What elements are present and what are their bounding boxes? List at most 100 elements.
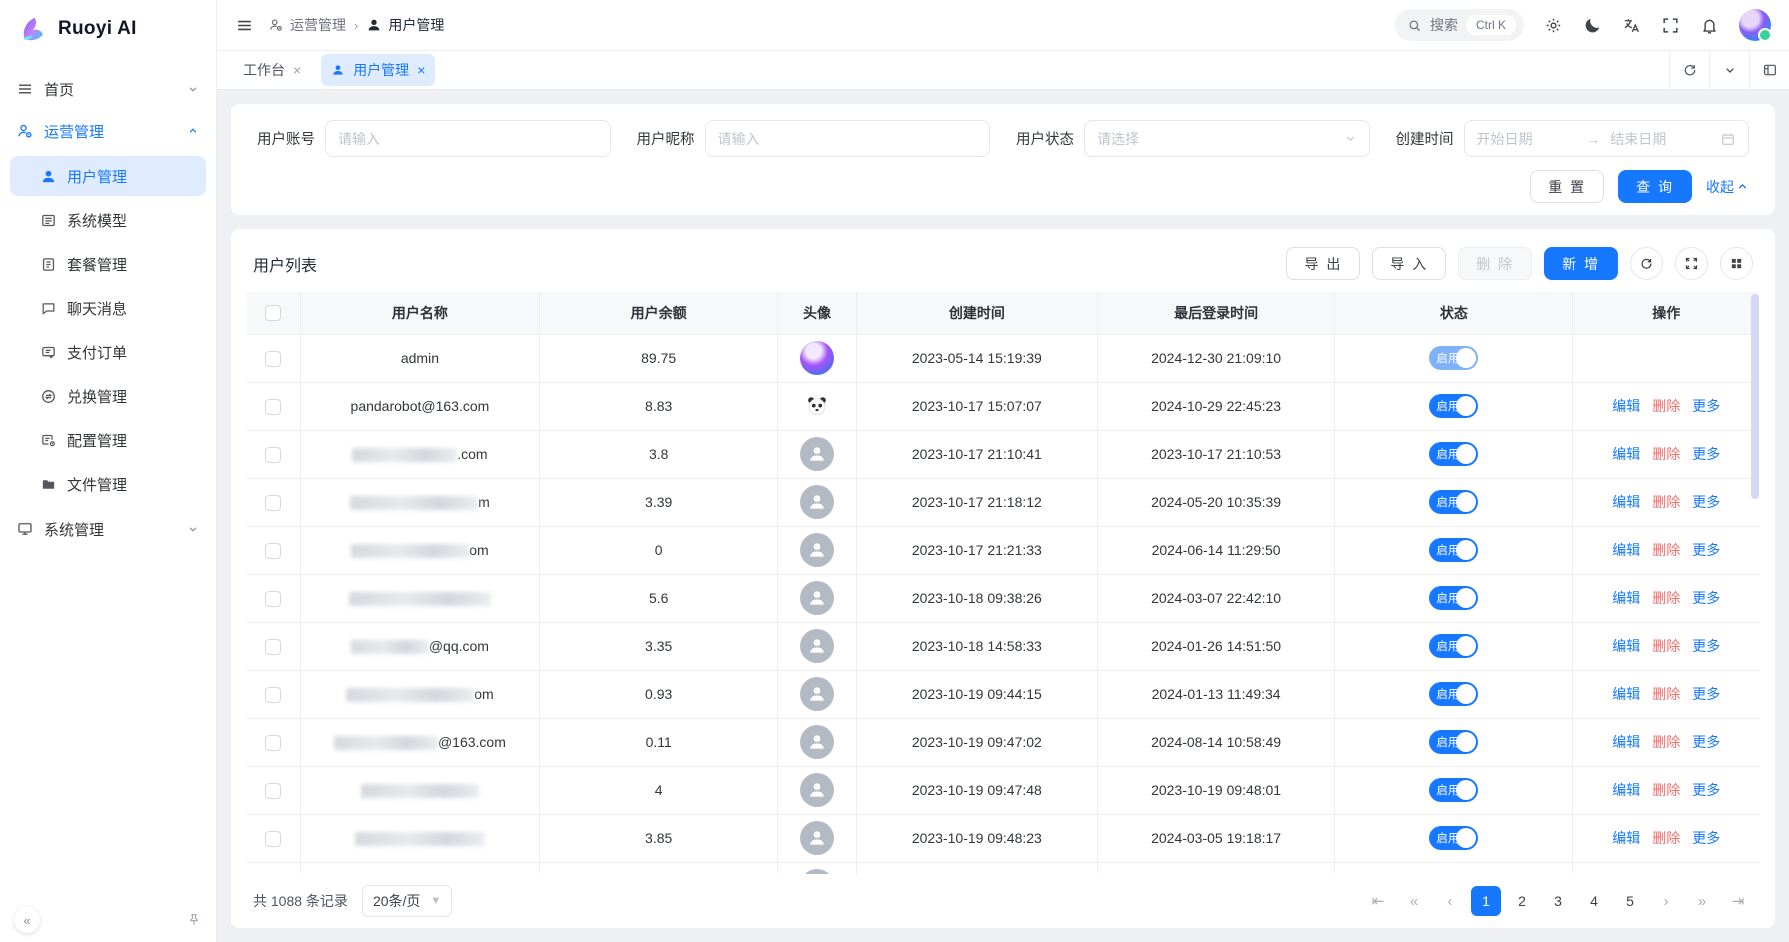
- status-toggle[interactable]: 启用: [1429, 394, 1478, 418]
- account-input[interactable]: 请输入: [325, 120, 611, 157]
- row-checkbox[interactable]: [265, 399, 281, 415]
- tabs-layout-icon[interactable]: [1749, 51, 1789, 89]
- status-toggle[interactable]: 启用: [1429, 826, 1478, 850]
- edit-link[interactable]: 编辑: [1612, 684, 1640, 704]
- logo[interactable]: Ruoyi AI: [0, 0, 216, 54]
- pin-icon[interactable]: [186, 912, 202, 928]
- tab-workbench[interactable]: 工作台 ×: [233, 54, 311, 86]
- language-translate-icon[interactable]: [1622, 16, 1641, 35]
- delete-link[interactable]: 删除: [1652, 828, 1680, 848]
- status-toggle[interactable]: 启用: [1429, 682, 1478, 706]
- edit-link[interactable]: 编辑: [1612, 540, 1640, 560]
- status-toggle[interactable]: 启用: [1429, 346, 1478, 370]
- prev-page-button[interactable]: ‹: [1435, 886, 1465, 916]
- sidebar-item-doc[interactable]: 套餐管理: [10, 244, 206, 284]
- fast-prev-button[interactable]: «: [1399, 886, 1429, 916]
- row-checkbox[interactable]: [265, 735, 281, 751]
- last-page-button[interactable]: ⇥: [1723, 886, 1753, 916]
- row-checkbox[interactable]: [265, 831, 281, 847]
- more-link[interactable]: 更多: [1692, 396, 1720, 416]
- first-page-button[interactable]: ⇤: [1363, 886, 1393, 916]
- more-link[interactable]: 更多: [1692, 828, 1720, 848]
- tab-close-icon[interactable]: ×: [417, 62, 425, 78]
- delete-link[interactable]: 删除: [1652, 396, 1680, 416]
- fullscreen-icon[interactable]: [1661, 16, 1680, 35]
- nickname-input[interactable]: 请输入: [705, 120, 991, 157]
- row-checkbox[interactable]: [265, 639, 281, 655]
- sidebar-item-chat[interactable]: 聊天消息: [10, 288, 206, 328]
- more-link[interactable]: 更多: [1692, 684, 1720, 704]
- edit-link[interactable]: 编辑: [1612, 636, 1640, 656]
- page-button-3[interactable]: 3: [1543, 886, 1573, 916]
- delete-link[interactable]: 删除: [1652, 540, 1680, 560]
- reset-button[interactable]: 重 置: [1530, 170, 1604, 203]
- delete-link[interactable]: 删除: [1652, 732, 1680, 752]
- status-toggle[interactable]: 启用: [1429, 538, 1478, 562]
- import-button[interactable]: 导 入: [1372, 247, 1446, 280]
- more-link[interactable]: 更多: [1692, 588, 1720, 608]
- tab-user-management[interactable]: 用户管理 ×: [321, 54, 435, 86]
- delete-button[interactable]: 删 除: [1458, 247, 1532, 280]
- page-button-5[interactable]: 5: [1615, 886, 1645, 916]
- sidebar-item-user[interactable]: 用户管理: [10, 156, 206, 196]
- sidebar-item-exchange[interactable]: 兑换管理: [10, 376, 206, 416]
- row-checkbox[interactable]: [265, 351, 281, 367]
- status-toggle[interactable]: 启用: [1429, 442, 1478, 466]
- edit-link[interactable]: 编辑: [1612, 780, 1640, 800]
- sidebar-collapse-button[interactable]: «: [14, 907, 40, 933]
- refresh-icon[interactable]: [1630, 247, 1663, 280]
- sidebar-item-list[interactable]: 系统模型: [10, 200, 206, 240]
- row-checkbox[interactable]: [265, 495, 281, 511]
- page-size-select[interactable]: 20条/页 ▼: [362, 885, 452, 917]
- delete-link[interactable]: 删除: [1652, 636, 1680, 656]
- table-scrollbar[interactable]: [1751, 294, 1759, 499]
- export-button[interactable]: 导 出: [1286, 247, 1360, 280]
- user-avatar[interactable]: [1739, 9, 1771, 41]
- edit-link[interactable]: 编辑: [1612, 828, 1640, 848]
- sidebar-toggle-icon[interactable]: [235, 16, 254, 35]
- fast-next-button[interactable]: »: [1687, 886, 1717, 916]
- column-settings-grid-icon[interactable]: [1720, 247, 1753, 280]
- tabs-refresh-icon[interactable]: [1669, 51, 1709, 89]
- status-toggle[interactable]: 启用: [1429, 778, 1478, 802]
- edit-link[interactable]: 编辑: [1612, 444, 1640, 464]
- sidebar-item-monitor[interactable]: 系统管理: [0, 508, 216, 550]
- table-fullscreen-icon[interactable]: [1675, 247, 1708, 280]
- page-button-2[interactable]: 2: [1507, 886, 1537, 916]
- delete-link[interactable]: 删除: [1652, 444, 1680, 464]
- date-range-picker[interactable]: 开始日期 → 结束日期: [1464, 120, 1750, 157]
- edit-link[interactable]: 编辑: [1612, 732, 1640, 752]
- delete-link[interactable]: 删除: [1652, 492, 1680, 512]
- more-link[interactable]: 更多: [1692, 444, 1720, 464]
- breadcrumb-item-users[interactable]: 用户管理: [366, 15, 444, 35]
- notifications-bell-icon[interactable]: [1700, 16, 1719, 35]
- tabs-chevron-down-icon[interactable]: [1709, 51, 1749, 89]
- sidebar-item-user-gear[interactable]: 运营管理: [0, 110, 216, 152]
- more-link[interactable]: 更多: [1692, 780, 1720, 800]
- row-checkbox[interactable]: [265, 447, 281, 463]
- edit-link[interactable]: 编辑: [1612, 588, 1640, 608]
- row-checkbox[interactable]: [265, 591, 281, 607]
- status-toggle[interactable]: 启用: [1429, 730, 1478, 754]
- more-link[interactable]: 更多: [1692, 732, 1720, 752]
- select-all-checkbox[interactable]: [265, 305, 281, 321]
- delete-link[interactable]: 删除: [1652, 684, 1680, 704]
- status-select[interactable]: 请选择: [1084, 120, 1370, 157]
- settings-gear-icon[interactable]: [1544, 16, 1563, 35]
- sidebar-item-home-menu[interactable]: 首页: [0, 68, 216, 110]
- sidebar-item-receipt[interactable]: 支付订单: [10, 332, 206, 372]
- status-toggle[interactable]: 启用: [1429, 490, 1478, 514]
- page-button-4[interactable]: 4: [1579, 886, 1609, 916]
- sidebar-item-config[interactable]: 配置管理: [10, 420, 206, 460]
- breadcrumb-item-operations[interactable]: 运营管理: [268, 15, 346, 35]
- collapse-filter-link[interactable]: 收起: [1706, 177, 1749, 197]
- sidebar-item-folder[interactable]: 文件管理: [10, 464, 206, 504]
- row-checkbox[interactable]: [265, 687, 281, 703]
- more-link[interactable]: 更多: [1692, 636, 1720, 656]
- dark-mode-moon-icon[interactable]: [1583, 16, 1602, 35]
- delete-link[interactable]: 删除: [1652, 780, 1680, 800]
- next-page-button[interactable]: ›: [1651, 886, 1681, 916]
- row-checkbox[interactable]: [265, 783, 281, 799]
- status-toggle[interactable]: 启用: [1429, 586, 1478, 610]
- delete-link[interactable]: 删除: [1652, 588, 1680, 608]
